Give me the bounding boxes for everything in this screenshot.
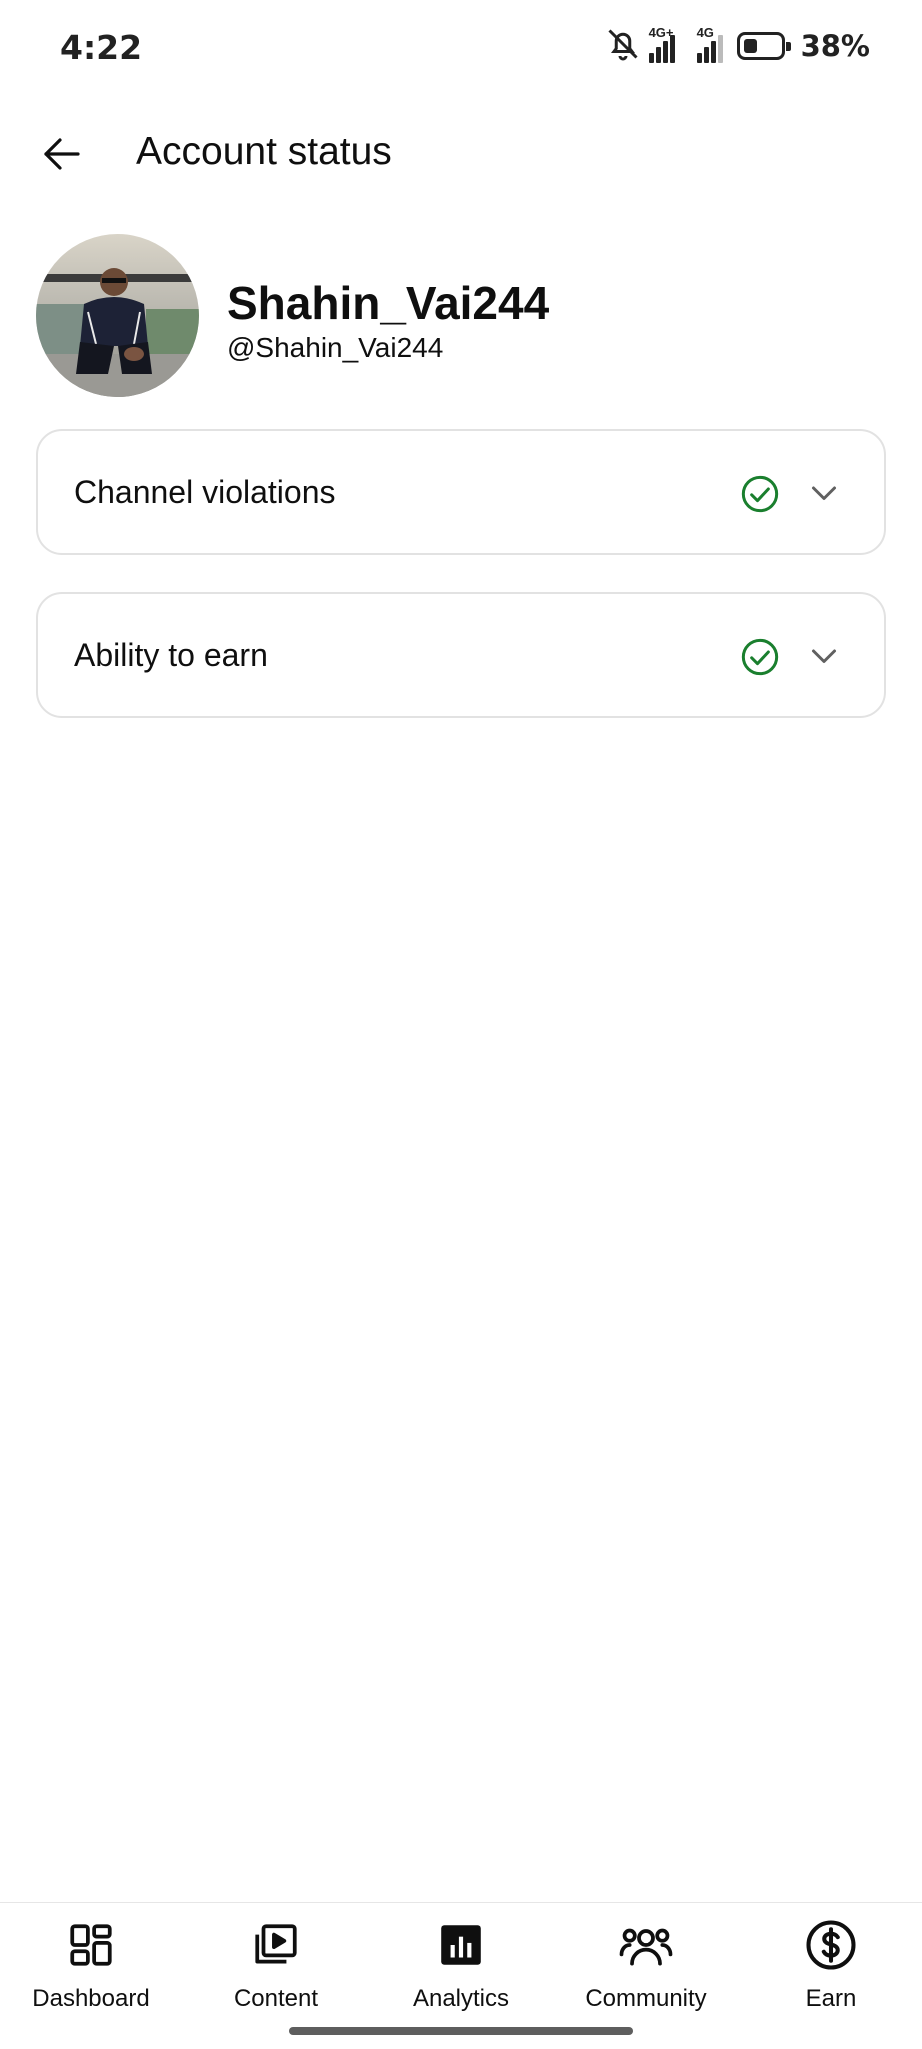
- nav-label: Content: [233, 1985, 319, 2012]
- nav-item-community[interactable]: Community: [561, 1917, 731, 2017]
- signal-icon: 4G+: [648, 25, 675, 63]
- home-indicator[interactable]: [289, 2027, 633, 2035]
- signal-label: 4G: [696, 25, 714, 40]
- community-icon: [618, 1917, 674, 1973]
- nav-label: Analytics: [412, 1985, 510, 2012]
- battery-icon: [736, 32, 791, 60]
- nav-item-analytics[interactable]: Analytics: [376, 1917, 546, 2017]
- avatar[interactable]: [36, 234, 199, 397]
- nav-label: Dashboard: [32, 1985, 150, 2012]
- channel-name: Shahin_Vai244: [227, 277, 550, 329]
- nav-item-content[interactable]: Content: [191, 1917, 361, 2017]
- arrow-left-icon: [38, 130, 86, 183]
- analytics-icon: [433, 1917, 489, 1973]
- earn-icon: [803, 1917, 859, 1973]
- nav-label: Earn: [805, 1985, 857, 2012]
- status-icons: 4G+ 4G 38%: [605, 25, 870, 67]
- check-circle-icon: [740, 637, 780, 677]
- nav-label: Community: [585, 1985, 707, 2012]
- channel-violations-card[interactable]: Channel violations: [36, 429, 886, 555]
- chevron-down-icon[interactable]: [806, 639, 842, 675]
- signal-label: 4G+: [648, 25, 674, 40]
- nav-item-dashboard[interactable]: Dashboard: [6, 1917, 176, 2017]
- status-bar: 4:22 4G+ 4G 38%: [0, 0, 922, 96]
- nav-item-earn[interactable]: Earn: [746, 1917, 916, 2017]
- app-header: Account status: [0, 112, 922, 196]
- bell-muted-icon: [605, 26, 641, 67]
- signal-icon: 4G: [696, 25, 723, 63]
- check-circle-icon: [740, 474, 780, 514]
- dashboard-icon: [63, 1917, 119, 1973]
- battery-percent: 38%: [800, 29, 870, 63]
- card-label: Channel violations: [74, 474, 336, 510]
- chevron-down-icon[interactable]: [806, 476, 842, 512]
- page-title: Account status: [136, 130, 392, 173]
- channel-profile: Shahin_Vai244 @Shahin_Vai244: [36, 234, 896, 398]
- back-button[interactable]: [30, 124, 94, 188]
- status-time: 4:22: [60, 28, 143, 67]
- ability-to-earn-card[interactable]: Ability to earn: [36, 592, 886, 718]
- channel-handle: @Shahin_Vai244: [227, 332, 444, 363]
- content-icon: [248, 1917, 304, 1973]
- card-label: Ability to earn: [74, 637, 268, 673]
